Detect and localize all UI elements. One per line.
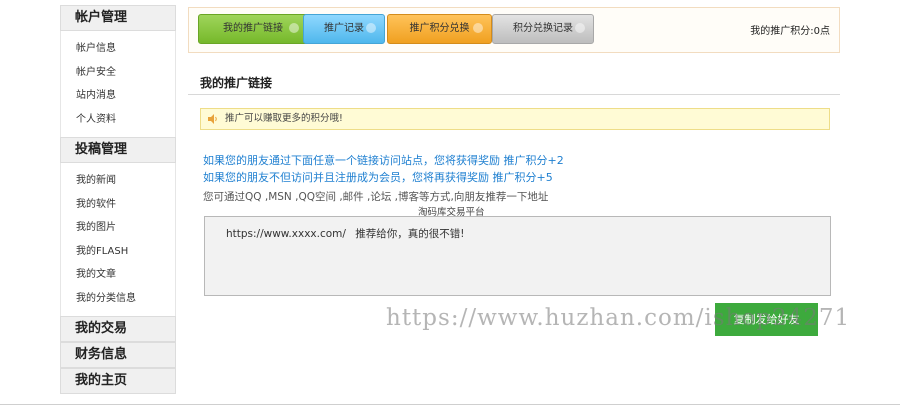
sidebar-item-account-security[interactable]: 帐户安全 — [61, 61, 175, 85]
sidebar-item-articles[interactable]: 我的文章 — [61, 263, 175, 287]
reward-visit-text: 如果您的朋友通过下面任意一个链接访问站点，您将获得奖励 推广积分+2 — [203, 154, 564, 167]
tab-label: 推广积分兑换 — [409, 23, 470, 34]
sidebar-section-account[interactable]: 帐户管理 — [60, 5, 176, 31]
sidebar-section-contribute[interactable]: 投稿管理 — [60, 137, 176, 163]
tab-dot-icon — [289, 23, 299, 33]
bottom-divider — [0, 404, 900, 405]
sidebar-item-profile[interactable]: 个人资料 — [61, 108, 175, 132]
sidebar-item-news[interactable]: 我的新闻 — [61, 169, 175, 193]
share-message: 推荐给你，真的很不错! — [355, 228, 465, 240]
sidebar-contribute-list: 我的新闻 我的软件 我的图片 我的FLASH 我的文章 我的分类信息 — [60, 163, 176, 316]
sidebar-item-software[interactable]: 我的软件 — [61, 193, 175, 217]
sidebar-item-messages[interactable]: 站内消息 — [61, 84, 175, 108]
speaker-icon — [208, 114, 217, 124]
promo-points: 我的推广积分:0点 — [750, 26, 830, 37]
sidebar-item-images[interactable]: 我的图片 — [61, 216, 175, 240]
page-title: 我的推广链接 — [200, 76, 273, 90]
promo-tabs-bar: 我的推广链接 推广记录 推广积分兑换 积分兑换记录 我的推广积分:0点 — [188, 7, 840, 53]
divider — [188, 94, 840, 95]
share-link: https://www.xxxx.com/ — [226, 228, 346, 240]
notice-text: 推广可以赚取更多的积分哦! — [225, 113, 343, 124]
tab-dot-icon — [473, 23, 483, 33]
tab-my-promo-link[interactable]: 我的推广链接 — [198, 14, 308, 44]
tab-points-exchange[interactable]: 推广积分兑换 — [387, 14, 492, 44]
reward-register-text: 如果您的朋友不但访问并且注册成为会员，您将再获得奖励 推广积分+5 — [203, 171, 553, 184]
sidebar-account-list: 帐户信息 帐户安全 站内消息 个人资料 — [60, 31, 176, 137]
tab-label: 积分兑换记录 — [513, 23, 573, 34]
tab-exchange-records[interactable]: 积分兑换记录 — [492, 14, 594, 44]
share-hint: 您可通过QQ ,MSN ,QQ空间 ,邮件 ,论坛 ,博客等方式,向朋友推荐一下… — [203, 191, 549, 203]
sidebar-section-trades[interactable]: 我的交易 — [60, 316, 176, 342]
sidebar: 帐户管理 帐户信息 帐户安全 站内消息 个人资料 投稿管理 我的新闻 我的软件 … — [60, 5, 176, 394]
tab-label: 推广记录 — [324, 23, 364, 34]
share-link-textarea[interactable]: https://www.xxxx.com/ 推荐给你，真的很不错! — [204, 216, 831, 296]
sidebar-item-account-info[interactable]: 帐户信息 — [61, 37, 175, 61]
sidebar-item-classifieds[interactable]: 我的分类信息 — [61, 287, 175, 311]
sidebar-item-flash[interactable]: 我的FLASH — [61, 240, 175, 264]
tab-label: 我的推广链接 — [223, 23, 283, 34]
tab-dot-icon — [366, 23, 376, 33]
sidebar-section-finance[interactable]: 财务信息 — [60, 342, 176, 368]
tab-promo-records[interactable]: 推广记录 — [303, 14, 385, 44]
sidebar-section-homepage[interactable]: 我的主页 — [60, 368, 176, 394]
tab-dot-icon — [575, 23, 585, 33]
notice-bar: 推广可以赚取更多的积分哦! — [200, 108, 830, 130]
watermark: https://www.huzhan.com/ishop24271 — [386, 305, 851, 331]
